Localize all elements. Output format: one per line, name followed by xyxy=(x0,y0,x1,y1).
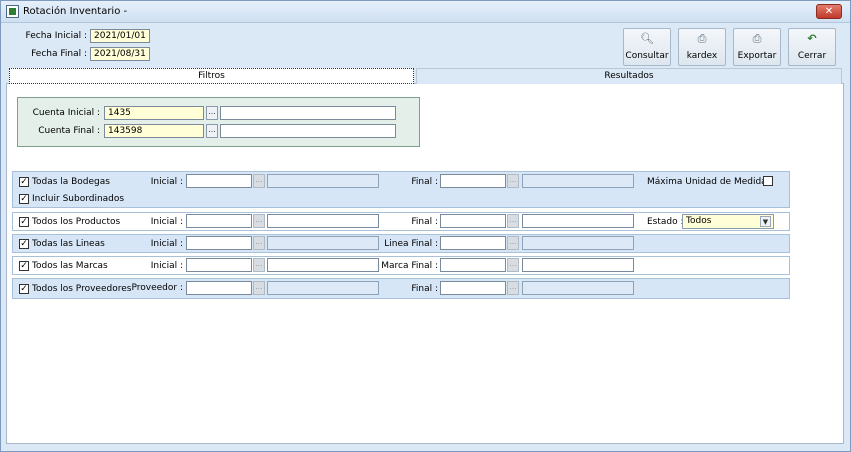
cuenta-box: Cuenta Inicial : 1435 ... Cuenta Final :… xyxy=(17,97,420,147)
fecha-final-input[interactable]: 2021/08/31 xyxy=(90,47,150,61)
producto-inicial-description xyxy=(267,214,379,228)
consultar-label: Consultar xyxy=(625,51,669,61)
tab-bar: Filtros Resultados xyxy=(6,68,844,84)
cuenta-inicial-label: Cuenta Inicial : xyxy=(32,108,100,118)
cuenta-final-label: Cuenta Final : xyxy=(38,126,100,136)
bodega-final-lookup-button[interactable]: ... xyxy=(507,174,519,188)
producto-final-label: Final : xyxy=(411,217,438,227)
cuenta-final-input[interactable]: 143598 xyxy=(104,124,204,138)
filtros-panel: Cuenta Inicial : 1435 ... Cuenta Final :… xyxy=(6,84,844,444)
exportar-label: Exportar xyxy=(737,51,777,61)
marca-inicial-lookup-button[interactable]: ... xyxy=(253,258,265,272)
main-window: Rotación Inventario - ✕ Fecha Inicial : … xyxy=(0,0,851,452)
linea-final-input[interactable] xyxy=(440,236,506,250)
marca-final-label: Marca Final : xyxy=(381,261,438,271)
todos-productos-label: Todos los Productos xyxy=(32,217,121,227)
proveedor-final-input[interactable] xyxy=(440,281,506,295)
linea-final-description xyxy=(522,236,634,250)
proveedor-inicial-label: Proveedor : xyxy=(131,283,184,293)
producto-inicial-lookup-button[interactable]: ... xyxy=(253,214,265,228)
proveedores-row: Todos los Proveedores Proveedor : ... Fi… xyxy=(12,278,790,299)
todas-marcas-label: Todos las Marcas xyxy=(32,261,108,271)
cuenta-inicial-input[interactable]: 1435 xyxy=(104,106,204,120)
proveedor-final-description xyxy=(522,281,634,295)
magnifier-icon: 🔍︎ xyxy=(640,32,654,45)
proveedor-inicial-description xyxy=(267,281,379,295)
todas-lineas-checkbox[interactable] xyxy=(19,239,29,249)
todas-marcas-checkbox[interactable] xyxy=(19,261,29,271)
cuenta-final-lookup-button[interactable]: ... xyxy=(206,124,218,138)
incluir-subordinados-checkbox[interactable] xyxy=(19,194,29,204)
marca-inicial-description xyxy=(267,258,379,272)
estado-select-value: Todos xyxy=(686,216,712,226)
app-icon xyxy=(6,5,19,18)
linea-final-label: Linea Final : xyxy=(384,239,438,249)
bodega-final-input[interactable] xyxy=(440,174,506,188)
linea-inicial-input[interactable] xyxy=(186,236,252,250)
incluir-subordinados-label: Incluir Subordinados xyxy=(32,194,125,204)
linea-final-lookup-button[interactable]: ... xyxy=(507,236,519,250)
linea-inicial-lookup-button[interactable]: ... xyxy=(253,236,265,250)
bodega-inicial-lookup-button[interactable]: ... xyxy=(253,174,265,188)
todas-bodegas-checkbox[interactable] xyxy=(19,177,29,187)
producto-final-lookup-button[interactable]: ... xyxy=(507,214,519,228)
lineas-row: Todas las Lineas Inicial : ... Linea Fin… xyxy=(12,234,790,253)
close-window-button[interactable]: ✕ xyxy=(816,4,842,19)
cuenta-inicial-lookup-button[interactable]: ... xyxy=(206,106,218,120)
printer-icon: ⎙ xyxy=(752,32,762,45)
todas-bodegas-label: Todas la Bodegas xyxy=(32,177,110,187)
printer-icon: ⎙ xyxy=(697,32,707,45)
bodegas-row: Todas la Bodegas Incluir Subordinados In… xyxy=(12,171,790,208)
linea-inicial-label: Inicial : xyxy=(150,239,183,249)
cerrar-button[interactable]: ↶ Cerrar xyxy=(788,28,836,66)
exportar-button[interactable]: ⎙ Exportar xyxy=(733,28,781,66)
cerrar-label: Cerrar xyxy=(797,51,827,61)
cuenta-final-description xyxy=(220,124,396,138)
marca-final-description xyxy=(522,258,634,272)
linea-inicial-description xyxy=(267,236,379,250)
kardex-button[interactable]: ⎙ kardex xyxy=(678,28,726,66)
producto-inicial-label: Inicial : xyxy=(150,217,183,227)
fecha-inicial-input[interactable]: 2021/01/01 xyxy=(90,29,150,43)
kardex-label: kardex xyxy=(686,51,718,61)
bodega-inicial-input[interactable] xyxy=(186,174,252,188)
producto-final-input[interactable] xyxy=(440,214,506,228)
bodega-inicial-description xyxy=(267,174,379,188)
window-title: Rotación Inventario - xyxy=(23,6,128,17)
estado-select[interactable]: Todos ▼ xyxy=(682,214,774,229)
todos-productos-checkbox[interactable] xyxy=(19,217,29,227)
marca-final-lookup-button[interactable]: ... xyxy=(507,258,519,272)
marca-final-input[interactable] xyxy=(440,258,506,272)
proveedor-inicial-input[interactable] xyxy=(186,281,252,295)
tab-resultados[interactable]: Resultados xyxy=(416,68,842,84)
producto-inicial-input[interactable] xyxy=(186,214,252,228)
max-unidad-checkbox[interactable] xyxy=(763,176,773,186)
max-unidad-label: Máxima Unidad de Medida xyxy=(647,177,767,187)
fecha-inicial-label: Fecha Inicial : xyxy=(25,31,87,41)
todos-proveedores-label: Todos los Proveedores xyxy=(32,284,132,294)
fecha-final-label: Fecha Final : xyxy=(31,49,87,59)
proveedor-final-label: Final : xyxy=(411,284,438,294)
chevron-down-icon[interactable]: ▼ xyxy=(760,216,771,227)
estado-label: Estado : xyxy=(647,217,684,227)
tab-filtros[interactable]: Filtros xyxy=(9,68,414,84)
producto-final-description xyxy=(522,214,634,228)
back-arrow-icon: ↶ xyxy=(807,32,817,45)
todos-proveedores-checkbox[interactable] xyxy=(19,284,29,294)
proveedor-final-lookup-button[interactable]: ... xyxy=(507,281,519,295)
marcas-row: Todos las Marcas Inicial : ... Marca Fin… xyxy=(12,256,790,275)
title-bar: Rotación Inventario - ✕ xyxy=(1,1,850,23)
cuenta-inicial-description xyxy=(220,106,396,120)
bodega-final-label: Final : xyxy=(411,177,438,187)
bodega-final-description xyxy=(522,174,634,188)
productos-row: Todos los Productos Inicial : ... Final … xyxy=(12,212,790,231)
bodega-inicial-label: Inicial : xyxy=(150,177,183,187)
consultar-button[interactable]: 🔍︎ Consultar xyxy=(623,28,671,66)
proveedor-inicial-lookup-button[interactable]: ... xyxy=(253,281,265,295)
todas-lineas-label: Todas las Lineas xyxy=(32,239,105,249)
marca-inicial-input[interactable] xyxy=(186,258,252,272)
marca-inicial-label: Inicial : xyxy=(150,261,183,271)
